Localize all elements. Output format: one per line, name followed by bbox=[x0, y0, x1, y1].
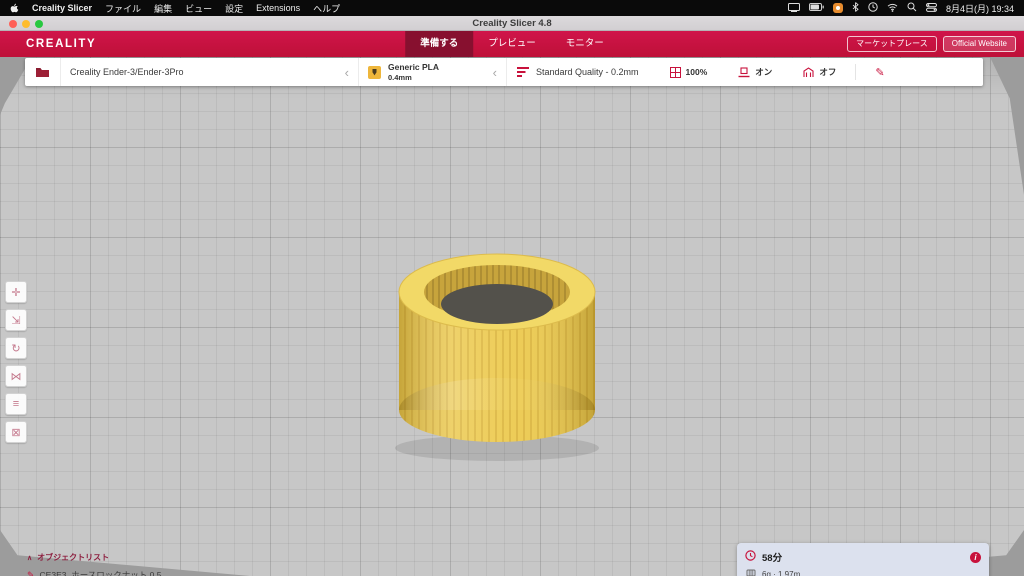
printer-collapse-chevron-icon[interactable]: ‹ bbox=[339, 66, 349, 79]
mirror-tool-button[interactable]: ⋈ bbox=[5, 365, 27, 387]
collapse-caret-icon: ∧ bbox=[27, 554, 33, 562]
object-name: CE3E3_ホースロックナット 0.5 bbox=[39, 570, 162, 576]
nozzle-size: 0.4mm bbox=[388, 72, 412, 82]
adhesion-setting[interactable]: オン bbox=[738, 66, 772, 78]
support-blocker-icon: ⊠ bbox=[11, 426, 21, 439]
support-value: オフ bbox=[819, 67, 837, 77]
menu-settings[interactable]: 設定 bbox=[225, 2, 243, 15]
mirror-icon: ⋈ bbox=[10, 370, 22, 383]
display-mirroring-icon[interactable] bbox=[787, 2, 800, 14]
support-icon bbox=[803, 66, 814, 77]
apple-menu-icon[interactable] bbox=[10, 2, 19, 15]
infill-setting[interactable]: 100% bbox=[669, 66, 708, 78]
menubar-status-area: 8月4日(月) 19:34 bbox=[787, 2, 1014, 15]
menubar-app-name[interactable]: Creality Slicer bbox=[32, 3, 92, 13]
print-time-estimate: 58分 bbox=[762, 553, 783, 564]
material-usage-estimate: 6g · 1.97m bbox=[762, 569, 801, 576]
material-selector[interactable]: Generic PLA 0.4mm ‹ bbox=[359, 58, 507, 86]
app-header: CREALITY 準備する プレビュー モニター マーケットプレース Offic… bbox=[0, 31, 1024, 57]
marketplace-button[interactable]: マーケットプレース bbox=[847, 36, 937, 52]
model-hose-lock-nut[interactable] bbox=[392, 240, 602, 475]
creality-slicer-window: Creality Slicer ファイル 編集 ビュー 設定 Extension… bbox=[0, 0, 1024, 576]
scale-tool-button[interactable]: ⇲ bbox=[5, 309, 27, 331]
print-info-panel: 58分 i 6g · 1.97m プレビュー ファイルに保存する ∨ bbox=[737, 543, 989, 576]
rename-pencil-icon: ✎ bbox=[27, 569, 35, 576]
material-collapse-chevron-icon[interactable]: ‹ bbox=[487, 66, 497, 79]
rotate-icon: ↻ bbox=[11, 342, 21, 355]
menubar-clock[interactable]: 8月4日(月) 19:34 bbox=[946, 2, 1014, 15]
menu-view[interactable]: ビュー bbox=[185, 2, 212, 15]
move-tool-button[interactable]: ✛ bbox=[5, 281, 27, 303]
adhesion-value: オン bbox=[755, 67, 773, 77]
print-settings-selector[interactable]: Standard Quality - 0.2mm 100% オン オフ ✎ bbox=[507, 58, 983, 86]
infill-value: 100% bbox=[685, 67, 708, 77]
tab-preview[interactable]: プレビュー bbox=[473, 31, 551, 57]
bluetooth-icon[interactable] bbox=[852, 2, 859, 14]
folder-icon bbox=[36, 68, 49, 77]
search-icon[interactable] bbox=[907, 2, 917, 14]
window-titlebar: Creality Slicer 4.8 bbox=[0, 16, 1024, 31]
info-icon[interactable]: i bbox=[970, 551, 981, 563]
menu-file[interactable]: ファイル bbox=[105, 2, 141, 15]
material-name: Generic PLA bbox=[388, 62, 440, 73]
stage-tabs: 準備する プレビュー モニター bbox=[405, 31, 619, 57]
tab-monitor[interactable]: モニター bbox=[551, 31, 619, 57]
filament-spool-icon bbox=[746, 568, 756, 576]
per-model-settings-button[interactable]: ≡ bbox=[5, 393, 27, 415]
minimize-window-button[interactable] bbox=[22, 19, 30, 28]
macos-menubar: Creality Slicer ファイル 編集 ビュー 設定 Extension… bbox=[0, 0, 1024, 16]
infill-icon bbox=[669, 66, 681, 78]
adhesion-icon bbox=[738, 66, 750, 77]
support-blocker-button[interactable]: ⊠ bbox=[5, 421, 27, 443]
profile-name: Standard Quality - 0.2mm bbox=[536, 67, 639, 77]
siri-icon[interactable] bbox=[832, 3, 843, 13]
battery-icon[interactable] bbox=[808, 3, 824, 13]
per-model-settings-icon: ≡ bbox=[12, 398, 20, 410]
tab-prepare[interactable]: 準備する bbox=[405, 31, 474, 57]
creality-logo: CREALITY bbox=[26, 38, 97, 50]
menu-extensions[interactable]: Extensions bbox=[256, 3, 300, 13]
rotate-tool-button[interactable]: ↻ bbox=[5, 337, 27, 359]
toolbar-divider bbox=[855, 64, 857, 80]
clock-status-icon[interactable] bbox=[868, 2, 878, 14]
viewport-3d[interactable]: ✛ ⇲ ↻ ⋈ ≡ ⊠ ∧ オブジェクトリスト ✎ CE3E3_ホースロックナッ… bbox=[0, 57, 1024, 576]
official-website-button[interactable]: Official Website bbox=[942, 36, 1016, 52]
print-time-clock-icon bbox=[745, 548, 756, 566]
printer-selector[interactable]: Creality Ender-3/Ender-3Pro ‹ bbox=[61, 58, 359, 86]
zoom-window-button[interactable] bbox=[35, 19, 43, 28]
menu-help[interactable]: ヘルプ bbox=[313, 2, 340, 15]
object-list-panel: ∧ オブジェクトリスト ✎ CE3E3_ホースロックナット 0.5 32.0 x… bbox=[27, 552, 161, 576]
move-icon: ✛ bbox=[11, 286, 21, 299]
wifi-icon[interactable] bbox=[887, 3, 898, 14]
scale-icon: ⇲ bbox=[11, 314, 21, 327]
open-file-button[interactable] bbox=[25, 58, 61, 86]
printer-name: Creality Ender-3/Ender-3Pro bbox=[70, 67, 184, 77]
object-list-item[interactable]: ✎ CE3E3_ホースロックナット 0.5 bbox=[27, 569, 161, 576]
profile-layers-icon bbox=[517, 67, 529, 77]
support-setting[interactable]: オフ bbox=[803, 66, 836, 78]
tool-sidebar: ✛ ⇲ ↻ ⋈ ≡ ⊠ bbox=[5, 281, 27, 443]
material-icon bbox=[368, 65, 381, 79]
close-window-button[interactable] bbox=[9, 19, 17, 28]
configuration-toolbar: Creality Ender-3/Ender-3Pro ‹ Generic PL… bbox=[25, 58, 983, 86]
control-center-icon[interactable] bbox=[925, 2, 937, 14]
object-list-title: オブジェクトリスト bbox=[37, 553, 110, 562]
menu-edit[interactable]: 編集 bbox=[154, 2, 172, 15]
object-list-header[interactable]: ∧ オブジェクトリスト bbox=[27, 552, 161, 563]
edit-settings-pencil-icon[interactable]: ✎ bbox=[875, 66, 884, 79]
window-title: Creality Slicer 4.8 bbox=[472, 18, 552, 29]
